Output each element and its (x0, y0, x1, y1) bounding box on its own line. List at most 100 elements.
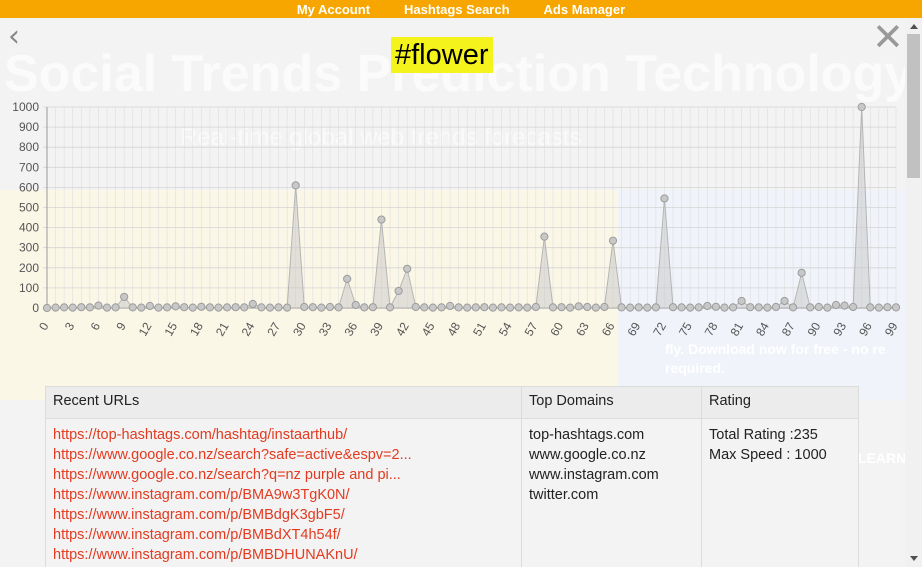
x-tick-label: 84 (753, 320, 772, 339)
y-tick-label: 400 (19, 221, 39, 235)
data-point (420, 303, 429, 312)
url-link[interactable]: https://www.instagram.com/p/BMA9w3TgK0N/ (53, 485, 514, 505)
data-point (231, 303, 240, 312)
data-point (874, 303, 883, 312)
domain-item: www.google.co.nz (529, 447, 646, 463)
data-point (180, 303, 189, 312)
x-tick-label: 6 (88, 320, 104, 333)
scroll-thumb[interactable] (907, 34, 920, 178)
data-point (626, 303, 635, 312)
x-tick-label: 66 (599, 320, 618, 339)
scroll-up-arrow-icon[interactable] (910, 24, 918, 29)
url-link[interactable]: https://www.google.co.nz/search?q=nz pur… (53, 465, 514, 485)
data-point (831, 300, 841, 310)
x-tick-label: 36 (342, 320, 361, 339)
nav-hashtags-search[interactable]: Hashtags Search (404, 2, 510, 17)
data-point (583, 302, 592, 312)
data-point (162, 303, 172, 312)
data-point (797, 268, 806, 277)
url-link[interactable]: https://top-hashtags.com/hashtag/instaar… (53, 425, 514, 445)
url-link[interactable]: https://www.instagram.com/p/BMBdXT4h54f/ (53, 525, 514, 545)
table-header-row: Recent URLs Top Domains Rating (45, 386, 859, 419)
total-rating: Total Rating :235 (709, 427, 818, 443)
data-point (643, 303, 652, 312)
y-tick-label: 0 (32, 301, 39, 315)
y-tick-label: 700 (19, 160, 39, 174)
nav-my-account[interactable]: My Account (297, 2, 370, 17)
data-point (720, 303, 729, 312)
data-point (351, 300, 360, 310)
data-point (317, 303, 326, 312)
data-point (505, 303, 515, 312)
background-right-text: fly. Download now for free - no re requi… (665, 341, 886, 376)
domain-item: top-hashtags.com (529, 427, 645, 443)
data-point (248, 299, 257, 309)
x-tick-label: 27 (264, 320, 283, 339)
header-rating: Rating (709, 393, 751, 409)
data-point (711, 302, 721, 311)
data-point (540, 232, 549, 241)
background-learn-button: LEARN (858, 450, 907, 466)
data-point (60, 303, 69, 312)
x-tick-label: 63 (573, 320, 592, 339)
y-tick-label: 800 (19, 140, 39, 154)
trend-chart: 010020030040050060070080090010000 3 6 9 12 15… (12, 100, 900, 339)
url-link[interactable]: https://www.instagram.com/p/BMBdgK3gbF5/ (53, 505, 514, 525)
x-tick-label: 57 (522, 320, 541, 339)
data-point (788, 303, 798, 312)
data-point (591, 303, 600, 312)
data-point (780, 296, 789, 306)
x-tick-label: 30 (290, 320, 309, 339)
nav-ads-manager[interactable]: Ads Manager (544, 2, 626, 17)
x-tick-label: 75 (676, 320, 695, 339)
y-tick-label: 1000 (12, 100, 39, 114)
data-point (77, 303, 86, 312)
data-point (617, 303, 626, 312)
data-point (300, 302, 309, 312)
data-point (840, 301, 849, 310)
data-point (85, 303, 94, 312)
data-point (42, 303, 52, 313)
x-tick-label: 51 (470, 320, 489, 339)
data-point (866, 303, 875, 312)
back-arrow-icon[interactable]: ‹ (8, 22, 20, 52)
data-point (480, 303, 489, 312)
data-point (145, 301, 155, 311)
max-speed: Max Speed : 1000 (709, 447, 827, 463)
x-tick-label: 21 (213, 320, 232, 339)
hashtag-title: #flower (391, 37, 493, 73)
data-point (171, 302, 180, 311)
data-point (763, 303, 772, 312)
scroll-down-arrow-icon[interactable] (910, 556, 918, 561)
x-tick-label: 78 (702, 320, 721, 339)
top-navigation: My Account Hashtags Search Ads Manager (0, 0, 922, 18)
x-tick-label: 45 (419, 320, 438, 339)
data-point (771, 302, 781, 312)
close-icon[interactable]: ✕ (872, 18, 904, 56)
x-tick-label: 3 (62, 320, 78, 333)
data-point (428, 303, 438, 312)
x-tick-label: 48 (444, 320, 463, 339)
x-tick-label: 96 (856, 320, 875, 339)
x-tick-label: 69 (625, 320, 644, 339)
rating-cell: Total Rating :235 Max Speed : 1000 (702, 419, 858, 567)
data-point (660, 194, 669, 203)
y-tick-label: 600 (19, 180, 39, 194)
domain-item: twitter.com (529, 487, 599, 503)
data-point (574, 302, 583, 311)
x-tick-label: 60 (547, 320, 566, 339)
data-point (120, 292, 129, 302)
data-point (634, 303, 643, 312)
data-point (240, 303, 249, 312)
vertical-scrollbar[interactable] (905, 18, 922, 567)
url-link[interactable]: https://www.instagram.com/p/BMBDHUNAKnU/ (53, 545, 514, 565)
y-tick-label: 500 (19, 201, 39, 215)
x-tick-label: 15 (161, 320, 180, 339)
data-point (265, 303, 275, 312)
data-point (94, 301, 103, 310)
data-point (746, 303, 755, 312)
data-point (343, 274, 352, 283)
data-point (806, 303, 815, 312)
data-point (823, 303, 832, 312)
url-link[interactable]: https://www.google.co.nz/search?safe=act… (53, 445, 514, 465)
